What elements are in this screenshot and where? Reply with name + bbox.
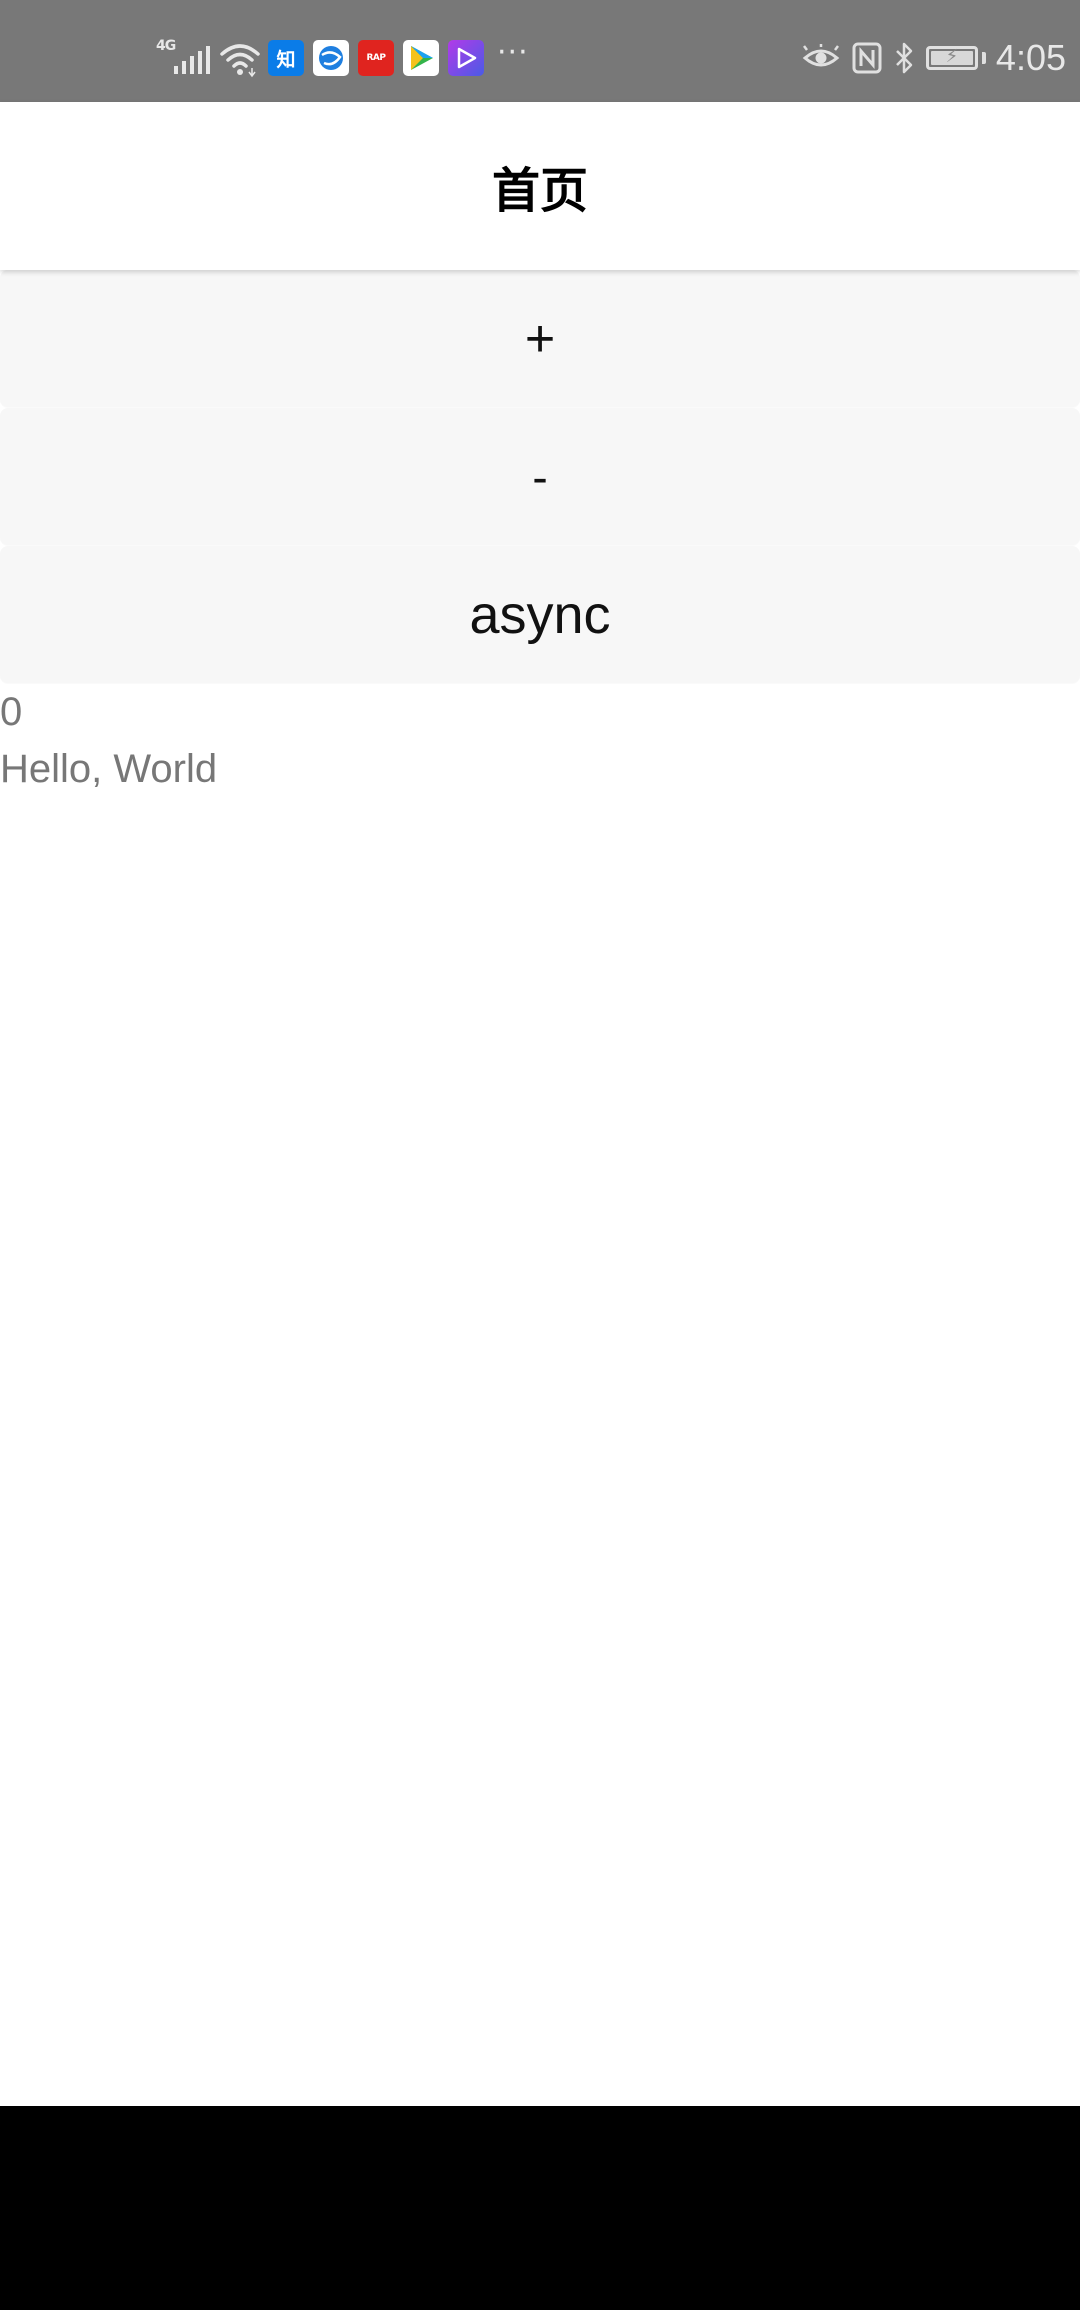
- bluetooth-icon: [894, 38, 914, 78]
- status-right-group: ⚡ 4:05: [802, 37, 1066, 78]
- async-button[interactable]: async: [0, 546, 1080, 684]
- wifi-icon: [220, 44, 260, 78]
- status-bar: 4G 知 RAP ··· ⚡ 4:05: [0, 0, 1080, 102]
- status-time: 4:05: [995, 37, 1066, 78]
- button-group: + - async: [0, 270, 1080, 684]
- navigation-bar: [0, 2106, 1080, 2310]
- status-left-group: 4G 知 RAP ···: [156, 38, 529, 78]
- zhihu-app-label: 知: [276, 48, 296, 71]
- video-app-icon: [448, 40, 484, 76]
- app-header: 首页: [0, 102, 1080, 270]
- count-value: 0: [0, 690, 23, 734]
- eye-comfort-icon: [802, 38, 840, 78]
- red-app-label: RAP: [366, 53, 387, 63]
- cellular-signal-icon: 4G: [156, 38, 212, 78]
- browser-app-icon: [313, 40, 349, 76]
- increment-button[interactable]: +: [0, 270, 1080, 408]
- battery-icon: ⚡: [925, 46, 978, 70]
- network-type-label: 4G: [156, 38, 176, 54]
- battery-tip: [981, 52, 986, 64]
- more-notifications-icon: ···: [497, 35, 529, 70]
- nfc-icon: [852, 38, 882, 78]
- zhihu-app-icon: 知: [268, 40, 304, 76]
- play-app-icon: [403, 40, 439, 76]
- page-title: 首页: [491, 163, 588, 219]
- red-app-icon: RAP: [358, 40, 394, 76]
- decrement-button[interactable]: -: [0, 408, 1080, 546]
- hello-message: Hello, World: [0, 747, 218, 791]
